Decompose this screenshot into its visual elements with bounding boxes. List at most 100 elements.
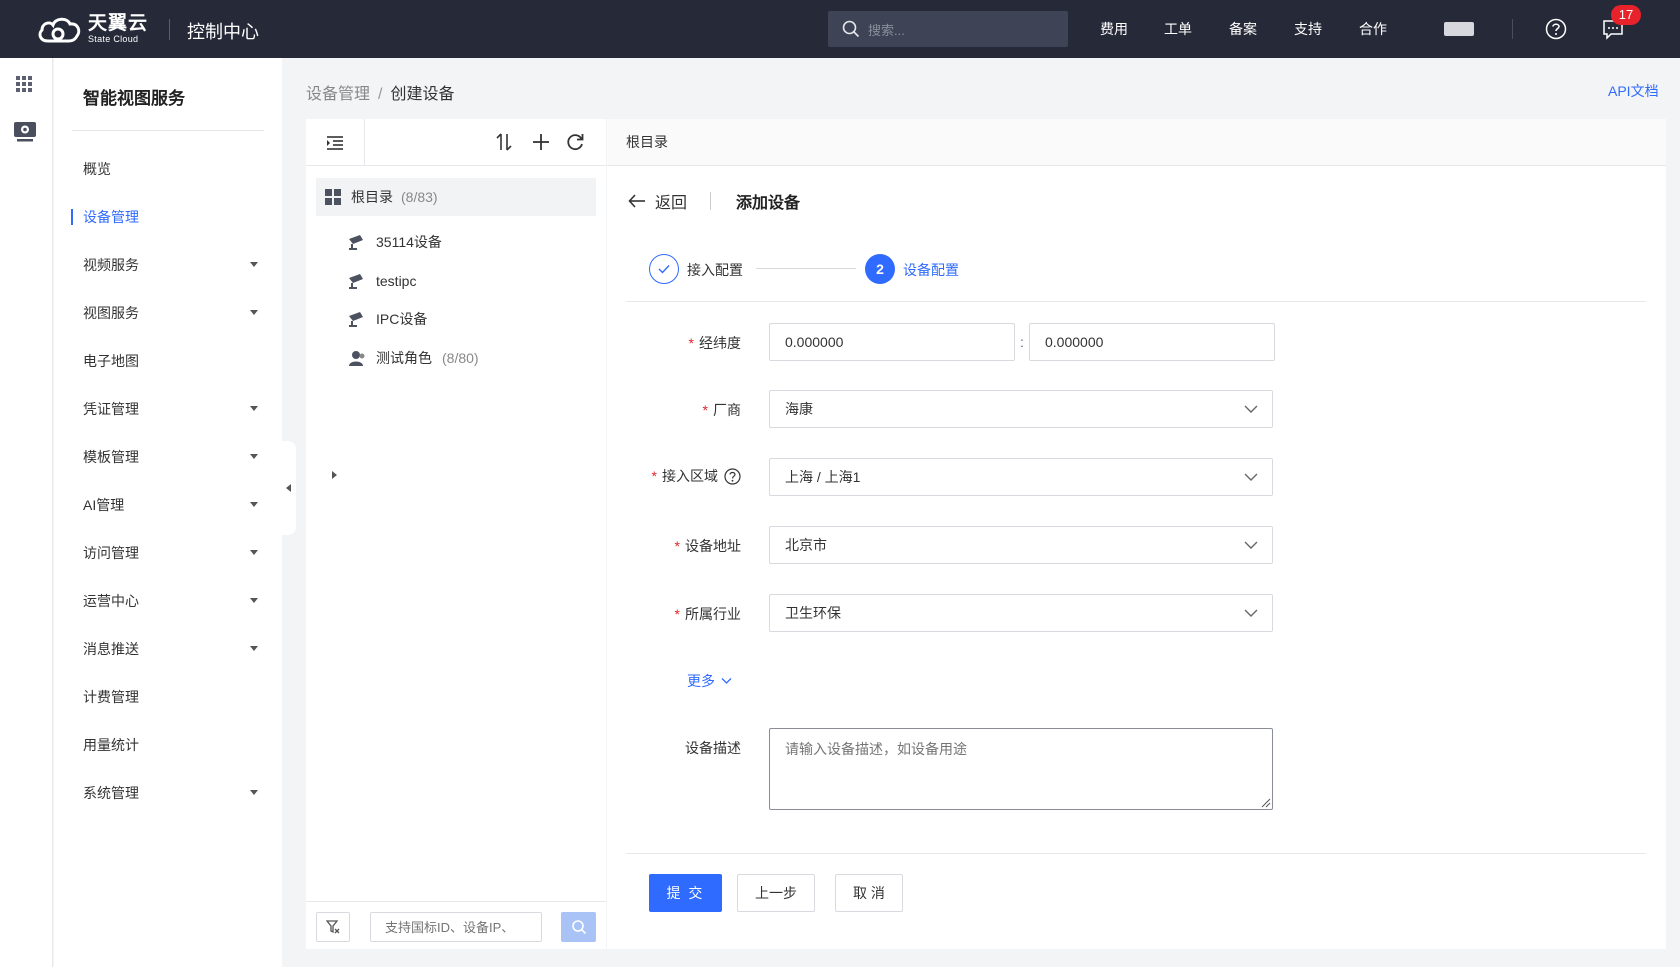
- chevron-down-icon: [250, 502, 258, 507]
- search-icon: [842, 20, 860, 38]
- industry-label: * 所属行业: [674, 606, 741, 622]
- chevron-down-icon: [250, 454, 258, 459]
- add-node-icon[interactable]: [531, 132, 551, 155]
- menu-item-message-push[interactable]: 消息推送: [54, 633, 282, 665]
- message-count-badge: 17: [1611, 5, 1641, 25]
- longitude-input[interactable]: 0.000000: [769, 323, 1015, 361]
- tree-node-device[interactable]: 35114设备: [348, 230, 442, 254]
- collapse-sidebar-handle[interactable]: [282, 441, 296, 535]
- previous-step-button[interactable]: 上一步: [737, 874, 815, 912]
- service-title: 智能视图服务: [83, 89, 185, 108]
- logo-divider: [169, 19, 170, 40]
- menu-item-video-service[interactable]: 视频服务: [54, 249, 282, 281]
- apps-grid-icon[interactable]: [15, 75, 33, 96]
- vendor-select[interactable]: 海康: [769, 390, 1273, 428]
- step-1-done: [649, 254, 679, 284]
- global-search[interactable]: 搜索...: [828, 11, 1068, 47]
- side-menu: 智能视图服务 概览 设备管理 视频服务 视图服务 电子地图 凭证管理 模板管理 …: [54, 58, 282, 967]
- tree-node-role[interactable]: 测试角色 (8/80): [348, 346, 479, 370]
- refresh-icon[interactable]: [565, 132, 585, 155]
- page-title: 添加设备: [736, 195, 801, 212]
- user-avatar[interactable]: [1444, 22, 1474, 36]
- chevron-down-icon: [1244, 473, 1258, 481]
- camera-icon: [349, 235, 363, 250]
- tree-node-device[interactable]: testipc: [348, 269, 416, 293]
- menu-divider: [72, 130, 264, 131]
- tree-search-button[interactable]: [561, 912, 596, 942]
- header-divider: [1512, 19, 1513, 39]
- breadcrumb: 设备管理 / 创建设备: [306, 80, 454, 104]
- panel-header: 根目录: [607, 119, 1666, 166]
- lnglat-label: * 经纬度: [688, 335, 741, 351]
- region-label: * 接入区域: [652, 466, 741, 486]
- menu-item-device-management[interactable]: 设备管理: [54, 201, 282, 233]
- chevron-down-icon: [250, 406, 258, 411]
- chevron-down-icon: [1244, 541, 1258, 549]
- expand-arrow-icon[interactable]: [332, 471, 337, 479]
- menu-item-credential[interactable]: 凭证管理: [54, 393, 282, 425]
- menu-item-operations[interactable]: 运营中心: [54, 585, 282, 617]
- submit-button[interactable]: 提 交: [649, 874, 722, 912]
- back-button[interactable]: 返回: [628, 189, 687, 213]
- chevron-down-icon: [250, 262, 258, 267]
- tree-root-label: 根目录: [351, 189, 393, 205]
- chevron-down-icon: [250, 790, 258, 795]
- logo[interactable]: 天翼云 State Cloud: [36, 14, 148, 44]
- camera-icon: [349, 312, 363, 327]
- step-2-label: 设备配置: [903, 262, 959, 278]
- device-tree-panel: 根目录 (8/83) 35114设备 testipc IPC设备 测试角色 (8…: [306, 119, 606, 949]
- menu-item-billing[interactable]: 计费管理: [54, 681, 282, 713]
- tree-toolbar: [306, 119, 606, 166]
- chevron-left-icon: [286, 484, 291, 492]
- menu-item-e-map[interactable]: 电子地图: [54, 345, 282, 377]
- nav-filing[interactable]: 备案: [1229, 19, 1257, 39]
- actions-divider: [626, 853, 1646, 854]
- tree-root-node[interactable]: 根目录 (8/83): [316, 178, 596, 216]
- video-service-icon[interactable]: [13, 121, 37, 146]
- help-icon[interactable]: [1545, 18, 1567, 43]
- menu-item-access[interactable]: 访问管理: [54, 537, 282, 569]
- chevron-down-icon: [1244, 609, 1258, 617]
- more-options-toggle[interactable]: 更多: [687, 671, 732, 691]
- question-circle-icon[interactable]: [724, 467, 741, 485]
- menu-item-view-service[interactable]: 视图服务: [54, 297, 282, 329]
- description-textarea[interactable]: [769, 728, 1273, 810]
- region-select[interactable]: 上海 / 上海1: [769, 458, 1273, 496]
- filter-icon: [326, 920, 340, 934]
- nav-partner[interactable]: 合作: [1359, 19, 1387, 39]
- filter-clear-button[interactable]: [316, 912, 350, 942]
- cancel-button[interactable]: 取 消: [835, 874, 903, 912]
- chevron-down-icon: [250, 598, 258, 603]
- tree-search-input[interactable]: [370, 912, 542, 942]
- resize-handle-icon[interactable]: [1261, 798, 1271, 808]
- menu-item-ai[interactable]: AI管理: [54, 489, 282, 521]
- directory-grid-icon: [325, 189, 341, 205]
- device-form-panel: 根目录 返回 添加设备 接入配置 2 设备配置 * 经纬度 0.000000 : …: [607, 119, 1666, 949]
- menu-item-template[interactable]: 模板管理: [54, 441, 282, 473]
- sort-icon[interactable]: [495, 132, 513, 155]
- arrow-left-icon: [628, 194, 645, 208]
- industry-select[interactable]: 卫生环保: [769, 594, 1273, 632]
- check-icon: [658, 265, 670, 274]
- steps-divider: [626, 301, 1646, 302]
- nav-support[interactable]: 支持: [1294, 19, 1322, 39]
- tree-node-device[interactable]: IPC设备: [348, 307, 427, 331]
- step-1-label: 接入配置: [687, 262, 743, 278]
- description-label: 设备描述: [685, 740, 741, 756]
- user-group-icon: [349, 351, 365, 366]
- console-title[interactable]: 控制中心: [187, 18, 259, 44]
- nav-ticket[interactable]: 工单: [1164, 19, 1192, 39]
- menu-item-overview[interactable]: 概览: [54, 153, 282, 185]
- menu-item-usage[interactable]: 用量统计: [54, 729, 282, 761]
- chevron-down-icon: [250, 646, 258, 651]
- step-connector: [756, 268, 856, 269]
- nav-fee[interactable]: 费用: [1100, 19, 1128, 39]
- menu-item-system[interactable]: 系统管理: [54, 777, 282, 809]
- search-placeholder: 搜索...: [868, 22, 905, 38]
- breadcrumb-parent[interactable]: 设备管理: [306, 86, 370, 103]
- lnglat-separator: :: [1020, 334, 1024, 350]
- address-select[interactable]: 北京市: [769, 526, 1273, 564]
- latitude-input[interactable]: 0.000000: [1029, 323, 1275, 361]
- collapse-tree-icon[interactable]: [306, 119, 365, 166]
- api-doc-link[interactable]: API文档: [1608, 81, 1659, 101]
